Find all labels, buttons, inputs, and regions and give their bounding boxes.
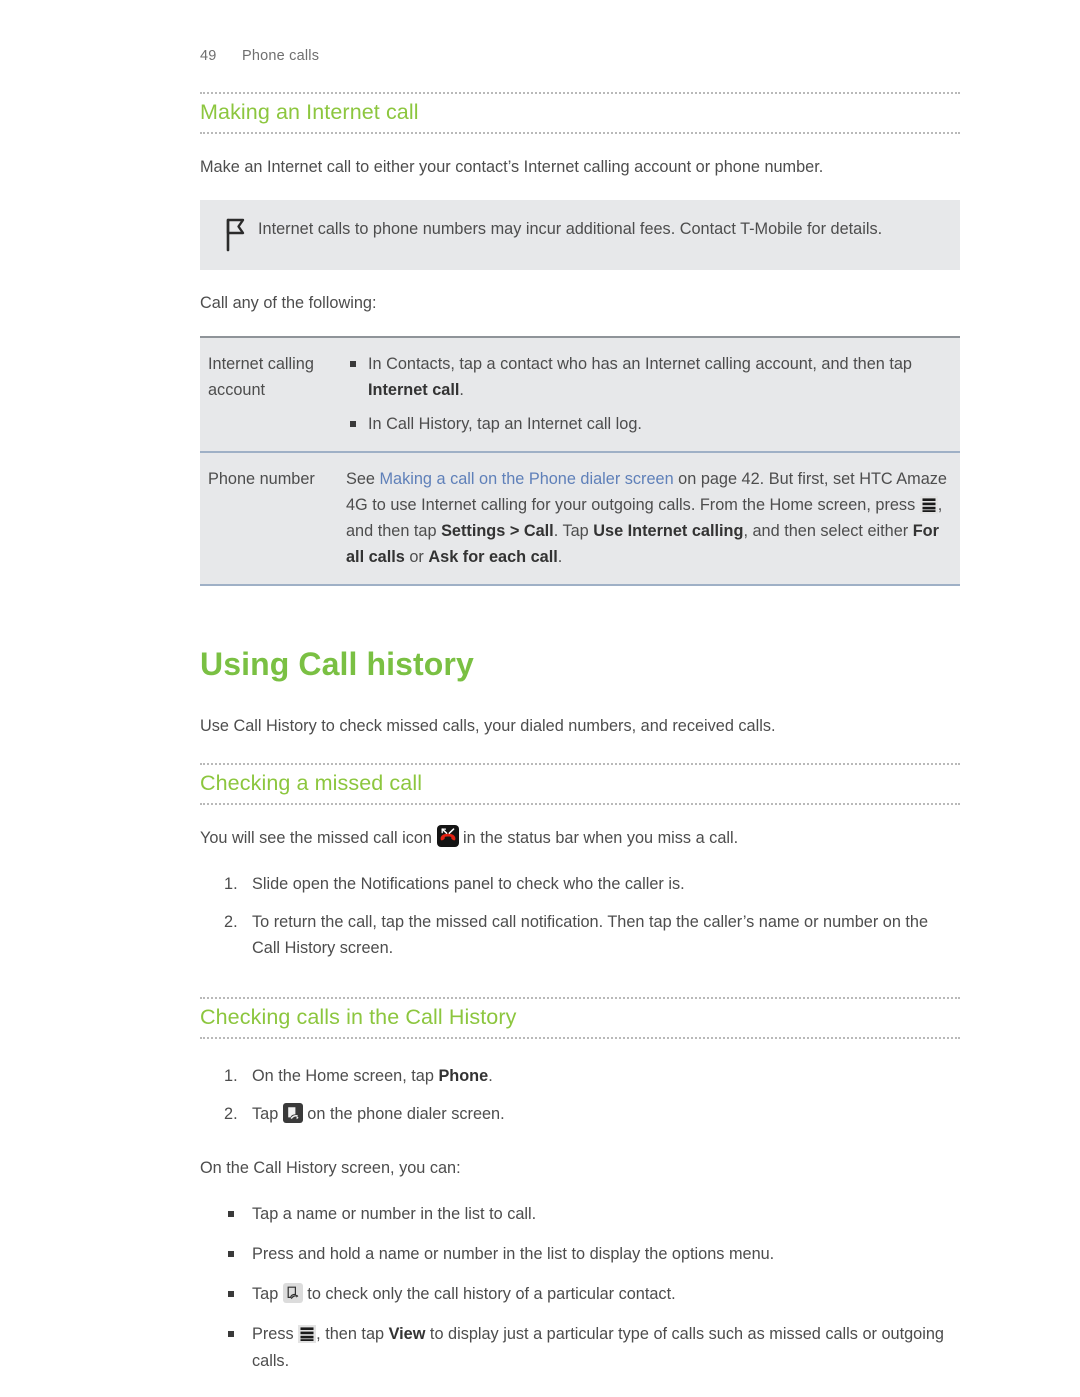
list-item: Slide open the Notifications panel to ch…	[224, 871, 685, 897]
step-text-p1: On the Home screen, tap	[252, 1067, 439, 1085]
missed-call-icon	[436, 825, 459, 847]
call-history-actions-list: Tap a name or number in the list to call…	[200, 1201, 960, 1375]
paragraph-missed-call-icon-intro: You will see the missed call icon in the…	[200, 825, 960, 851]
cross-reference-link-making-a-call[interactable]: Making a call on the Phone dialer screen	[380, 470, 674, 488]
missed-call-intro-p2: in the status bar when you miss a call.	[458, 829, 739, 847]
note-text: Internet calls to phone numbers may incu…	[258, 220, 883, 238]
bullet-text-p1: Press and hold a name or number in the l…	[252, 1245, 775, 1263]
call-history-icon	[282, 1103, 303, 1123]
step-text-p2: on the phone dialer screen.	[302, 1105, 505, 1123]
page-number: 49	[200, 48, 217, 64]
paragraph-using-call-history-intro: Use Call History to check missed calls, …	[200, 717, 776, 735]
heading-making-an-internet-call: Making an Internet call	[200, 100, 419, 124]
table-row-phone-number: Phone number See Making a call on the Ph…	[200, 451, 960, 586]
phone-number-text-p7: .	[557, 548, 563, 566]
phone-number-text-p5: , and then select either	[743, 522, 913, 540]
list-item: Press , then tap View to display just a …	[200, 1321, 960, 1375]
phone-number-text-p6: or	[404, 548, 429, 566]
list-item: In Call History, tap an Internet call lo…	[346, 411, 952, 437]
running-header: 49 Phone calls	[200, 48, 960, 68]
phone-number-bold-ask-for-each-call: Ask for each call	[428, 548, 558, 566]
internet-calling-account-list: In Contacts, tap a contact who has an In…	[346, 351, 952, 437]
list-item: On the Home screen, tap Phone.	[200, 1063, 960, 1089]
checking-missed-call-steps: Slide open the Notifications panel to ch…	[200, 871, 960, 961]
bullet-text-p1: Tap a name or number in the list to call…	[252, 1205, 537, 1223]
table-row-internet-calling-account: Internet calling account In Contacts, ta…	[200, 336, 960, 452]
heading-using-call-history: Using Call history	[200, 646, 474, 682]
header-section-title: Phone calls	[242, 48, 320, 64]
step-text-bold-phone: Phone	[438, 1067, 489, 1085]
heading-checking-a-missed-call: Checking a missed call	[200, 771, 423, 795]
phone-number-bold-use-internet-calling: Use Internet calling	[593, 522, 744, 540]
phone-number-text-p1: See	[346, 470, 380, 488]
checking-calls-steps: On the Home screen, tap Phone. Tap on th…	[200, 1063, 960, 1127]
phone-number-bold-settings-call: Settings > Call	[441, 522, 554, 540]
step-text-p2: .	[488, 1067, 493, 1085]
phone-number-text-p4: . Tap	[553, 522, 594, 540]
paragraph-call-any-of-the-following: Call any of the following:	[200, 294, 377, 312]
page-content: 49 Phone calls Making an Internet call M…	[200, 48, 960, 1388]
document-page: 49 Phone calls Making an Internet call M…	[0, 0, 1080, 1397]
list-item-text-prefix: In Contacts, tap a contact who has an In…	[368, 355, 912, 373]
list-item: Tap on the phone dialer screen.	[200, 1101, 960, 1127]
list-item-text-prefix: In Call History, tap an Internet call lo…	[368, 415, 642, 433]
missed-call-intro-p1: You will see the missed call icon	[200, 829, 437, 847]
row-label-phone-number: Phone number	[200, 451, 338, 586]
bullet-text-p2: to check only the call history of a part…	[302, 1285, 676, 1303]
bullet-text-bold-view: View	[388, 1325, 426, 1343]
menu-icon	[298, 1325, 317, 1343]
paragraph-making-internet-call-intro: Make an Internet call to either your con…	[200, 158, 824, 176]
list-item: Tap a name or number in the list to call…	[200, 1201, 960, 1228]
call-history-icon	[282, 1283, 303, 1303]
row-content-internet-calling-account: In Contacts, tap a contact who has an In…	[338, 336, 960, 452]
bullet-text-p1: Tap	[252, 1285, 283, 1303]
paragraph-call-history-screen-intro: On the Call History screen, you can:	[200, 1159, 461, 1177]
bullet-text-p1: Press	[252, 1325, 299, 1343]
list-item: Tap to check only the call history of a …	[200, 1281, 960, 1308]
heading-checking-calls-in-call-history: Checking calls in the Call History	[200, 1005, 517, 1029]
list-item-text-bold: Internet call	[368, 381, 460, 399]
menu-icon	[919, 496, 938, 514]
list-item: In Contacts, tap a contact who has an In…	[346, 351, 952, 403]
list-item-text-suffix: .	[459, 381, 464, 399]
note-box-internet-call-fees: Internet calls to phone numbers may incu…	[200, 200, 960, 270]
list-item: Press and hold a name or number in the l…	[200, 1241, 960, 1268]
bullet-text-p2: , then tap	[316, 1325, 389, 1343]
internet-call-options-table: Internet calling account In Contacts, ta…	[200, 336, 960, 586]
step-text-p1: Tap	[252, 1105, 283, 1123]
flag-icon	[214, 216, 258, 252]
row-content-phone-number: See Making a call on the Phone dialer sc…	[338, 451, 960, 586]
list-item: To return the call, tap the missed call …	[224, 909, 929, 957]
row-label-internet-calling-account: Internet calling account	[200, 336, 338, 452]
